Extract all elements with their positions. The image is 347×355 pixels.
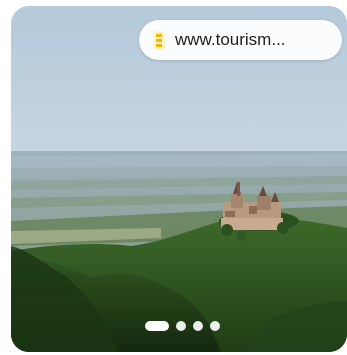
- carousel-indicator: [145, 321, 220, 331]
- source-pill[interactable]: www.tourism...: [139, 20, 342, 60]
- site-favicon-icon: [153, 30, 165, 50]
- carousel-dot-2[interactable]: [176, 321, 186, 331]
- carousel-dot-1[interactable]: [145, 321, 169, 331]
- carousel-dot-3[interactable]: [193, 321, 203, 331]
- carousel-dot-4[interactable]: [210, 321, 220, 331]
- source-url: www.tourism...: [175, 30, 286, 49]
- image-card[interactable]: www.tourism...: [11, 6, 347, 352]
